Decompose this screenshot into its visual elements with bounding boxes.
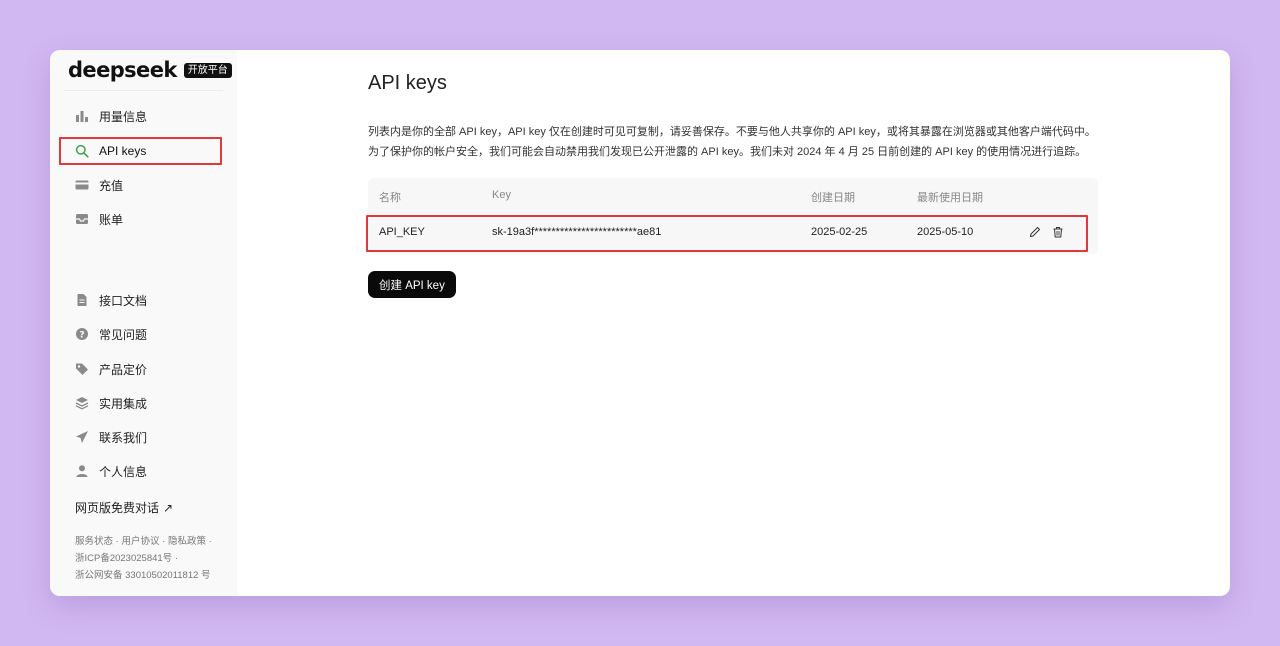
main-content: API keys 列表内是你的全部 API key，API key 仅在创建时可… — [366, 50, 1230, 596]
column-header-last-used: 最新使用日期 — [917, 192, 983, 204]
separator: · — [208, 536, 212, 547]
highlight-box — [366, 215, 1088, 252]
tag-icon — [75, 362, 89, 376]
user-agreement-link[interactable]: 用户协议 — [121, 536, 159, 547]
sidebar-item-recharge[interactable]: 充值 — [62, 172, 220, 198]
credit-card-icon — [75, 178, 89, 192]
sidebar-item-docs[interactable]: 接口文档 — [62, 287, 220, 313]
app-window: deepseek 开放平台 用量信息 API keys 充值 账单 接口文档 ?… — [50, 50, 1230, 596]
sidebar-item-profile[interactable]: 个人信息 — [62, 458, 220, 484]
column-header-key: Key — [492, 189, 511, 201]
sidebar-item-contact[interactable]: 联系我们 — [62, 424, 220, 450]
icp-link[interactable]: 浙ICP备2023025841号 — [75, 553, 172, 564]
page-description: 列表内是你的全部 API key，API key 仅在创建时可见可复制，请妥善保… — [368, 122, 1108, 162]
logo-text: deepseek — [68, 58, 177, 82]
sidebar-item-billing[interactable]: 账单 — [62, 206, 220, 232]
divider — [64, 90, 223, 91]
sidebar-item-label: 充值 — [99, 178, 124, 193]
sidebar-item-label: 联系我们 — [99, 430, 148, 445]
sidebar-item-label: 实用集成 — [99, 396, 148, 411]
privacy-policy-link[interactable]: 隐私政策 — [168, 536, 206, 547]
sidebar-item-label: 用量信息 — [99, 109, 148, 124]
inbox-icon — [75, 212, 89, 226]
send-icon — [75, 430, 89, 444]
question-icon: ? — [75, 327, 89, 341]
sidebar-item-usage[interactable]: 用量信息 — [62, 103, 220, 129]
logo[interactable]: deepseek 开放平台 — [68, 58, 232, 82]
footer-links: 服务状态 · 用户协议 · 隐私政策 · 浙ICP备2023025841号 · … — [75, 533, 225, 584]
free-chat-link[interactable]: 网页版免费对话 ↗ — [75, 499, 173, 516]
separator: · — [174, 553, 178, 564]
column-header-name: 名称 — [379, 192, 401, 204]
police-record-link[interactable]: 浙公网安备 33010502011812 号 — [75, 570, 211, 581]
layers-icon — [75, 396, 89, 410]
external-arrow-icon: ↗ — [163, 500, 174, 515]
sidebar-item-faq[interactable]: ? 常见问题 — [62, 321, 220, 347]
sidebar-item-label: 个人信息 — [99, 464, 148, 479]
sidebar: deepseek 开放平台 用量信息 API keys 充值 账单 接口文档 ?… — [50, 50, 237, 596]
sidebar-item-label: 常见问题 — [99, 327, 148, 342]
document-icon — [75, 293, 89, 307]
service-status-link[interactable]: 服务状态 — [75, 536, 113, 547]
platform-badge: 开放平台 — [183, 62, 232, 78]
free-chat-label: 网页版免费对话 — [75, 501, 160, 515]
bar-chart-icon — [75, 109, 89, 123]
sidebar-item-integrations[interactable]: 实用集成 — [62, 390, 220, 416]
page-title: API keys — [368, 72, 447, 94]
sidebar-item-label: 接口文档 — [99, 293, 148, 308]
highlight-box — [59, 137, 222, 165]
user-icon — [75, 464, 89, 478]
sidebar-item-pricing[interactable]: 产品定价 — [62, 356, 220, 382]
svg-text:?: ? — [79, 330, 84, 340]
create-api-key-button[interactable]: 创建 API key — [368, 271, 456, 298]
sidebar-item-label: 产品定价 — [99, 362, 148, 377]
column-header-created: 创建日期 — [811, 192, 855, 204]
description-line: 为了保护你的帐户安全，我们可能会自动禁用我们发现已公开泄露的 API key。我… — [368, 146, 1087, 158]
description-line: 列表内是你的全部 API key，API key 仅在创建时可见可复制，请妥善保… — [368, 126, 1096, 138]
sidebar-item-label: 账单 — [99, 212, 124, 227]
